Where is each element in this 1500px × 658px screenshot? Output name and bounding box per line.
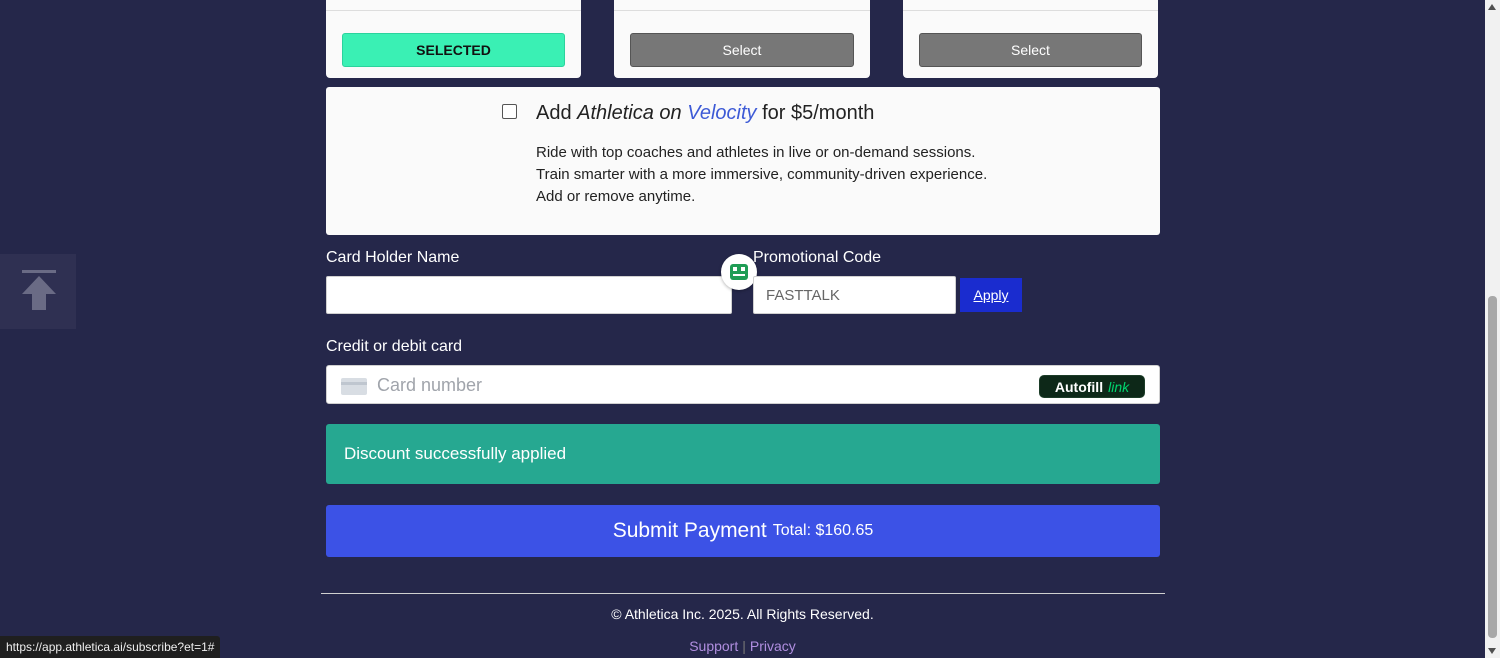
card-holder-input[interactable] [326, 276, 732, 314]
support-link[interactable]: Support [689, 638, 738, 654]
addon-desc-line: Train smarter with a more immersive, com… [536, 166, 988, 183]
back-to-top-button[interactable] [0, 254, 76, 329]
plan-card-1: SELECTED [326, 0, 581, 78]
scrollbar-thumb[interactable] [1488, 296, 1497, 638]
addon-desc-line: Ride with top coaches and athletes in li… [536, 144, 976, 161]
status-bar-url: https://app.athletica.ai/subscribe?et=1# [0, 636, 221, 658]
plan-2-select-button[interactable]: Select [630, 33, 854, 67]
autofill-link-button[interactable]: Autofill link [1039, 375, 1145, 398]
plan-1-selected-button[interactable]: SELECTED [342, 33, 565, 67]
submit-payment-button[interactable]: Submit Payment Total: $160.65 [326, 505, 1160, 557]
discount-success-alert: Discount successfully applied [326, 424, 1160, 484]
addon-desc-line: Add or remove anytime. [536, 188, 696, 205]
privacy-link[interactable]: Privacy [750, 638, 796, 654]
promo-code-input[interactable]: FASTTALK [753, 276, 956, 314]
scroll-down-icon[interactable] [1488, 648, 1496, 654]
submit-label: Submit Payment [612, 519, 767, 542]
promo-code-label: Promotional Code [753, 249, 882, 266]
card-holder-label: Card Holder Name [326, 249, 460, 266]
copyright-text: © Athletica Inc. 2025. All Rights Reserv… [611, 606, 874, 622]
addon-description: Ride with top coaches and athletes in li… [536, 142, 987, 208]
footer-separator: | [742, 638, 746, 654]
credit-card-icon [341, 378, 367, 395]
plan-card-2: Select [614, 0, 870, 78]
plan-divider [903, 10, 1158, 11]
addon-product: Velocity [687, 102, 757, 124]
plan-divider [614, 10, 870, 11]
scroll-up-icon[interactable] [1488, 4, 1496, 10]
card-label: Credit or debit card [326, 338, 463, 355]
addon-suffix: for $5/month [756, 102, 875, 124]
arrow-up-icon [22, 270, 56, 310]
footer-divider [321, 593, 1165, 594]
addon-box: Add Athletica on Velocity for $5/month R… [326, 87, 1160, 235]
plan-card-3: Select [903, 0, 1158, 78]
vertical-scrollbar[interactable] [1485, 0, 1500, 658]
addon-checkbox[interactable] [502, 104, 517, 119]
addon-brand: Athletica [577, 102, 654, 124]
card-number-field[interactable]: Card number Autofill link [326, 365, 1160, 404]
apply-promo-button[interactable]: Apply [960, 278, 1022, 312]
footer-links: Support | Privacy [0, 638, 1485, 654]
link-logo: link [1108, 378, 1130, 395]
plan-3-select-button[interactable]: Select [919, 33, 1142, 67]
plan-divider [326, 10, 581, 11]
password-manager-icon[interactable] [721, 254, 757, 290]
addon-prefix: Add [536, 102, 578, 124]
addon-on: on [653, 102, 688, 124]
submit-total: Total: $160.65 [772, 522, 874, 539]
card-number-placeholder: Card number [377, 375, 483, 395]
autofill-label: Autofill [1054, 378, 1104, 395]
addon-headline: Add Athletica on Velocity for $5/month [536, 102, 874, 125]
